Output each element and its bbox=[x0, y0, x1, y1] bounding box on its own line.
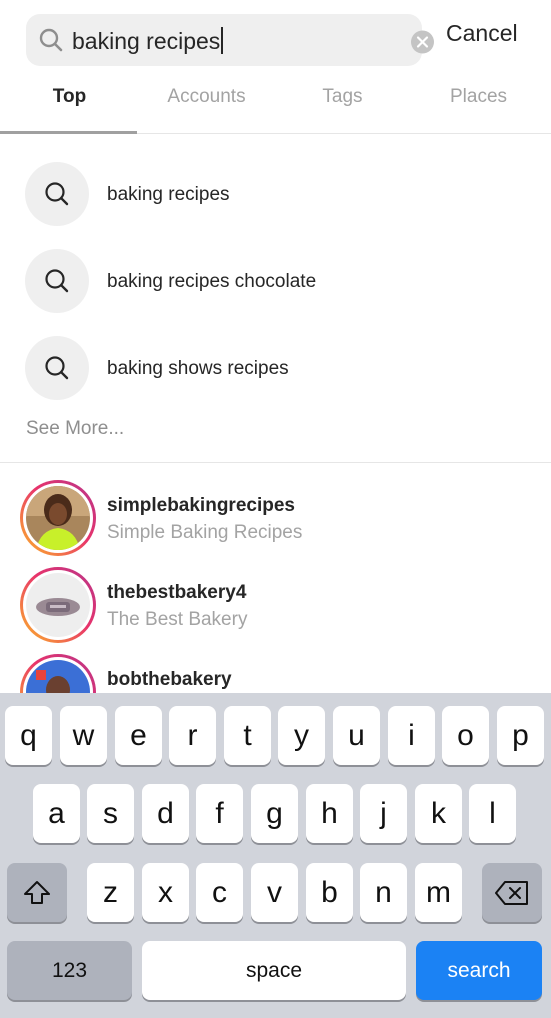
key-s[interactable]: s bbox=[87, 784, 134, 843]
key-z[interactable]: z bbox=[87, 863, 134, 922]
account-result[interactable]: thebestbakery4 The Best Bakery bbox=[0, 567, 551, 647]
key-v[interactable]: v bbox=[251, 863, 298, 922]
key-r[interactable]: r bbox=[169, 706, 216, 765]
account-username: bobthebakery bbox=[107, 669, 232, 690]
see-more-link[interactable]: See More... bbox=[26, 418, 124, 440]
key-n[interactable]: n bbox=[360, 863, 407, 922]
story-ring bbox=[20, 567, 96, 643]
text-caret bbox=[221, 27, 224, 54]
tab-accounts[interactable]: Accounts bbox=[138, 86, 275, 108]
key-q[interactable]: q bbox=[5, 706, 52, 765]
clear-search-icon[interactable] bbox=[411, 30, 434, 54]
key-w[interactable]: w bbox=[60, 706, 107, 765]
suggestion-text: baking shows recipes bbox=[107, 358, 289, 379]
key-h[interactable]: h bbox=[306, 784, 353, 843]
backspace-icon bbox=[495, 880, 528, 905]
search-tabs: Top Accounts Tags Places bbox=[0, 68, 551, 134]
key-u[interactable]: u bbox=[333, 706, 380, 765]
account-full-name: The Best Bakery bbox=[107, 609, 248, 630]
search-icon bbox=[38, 27, 64, 58]
active-tab-indicator bbox=[0, 131, 137, 134]
divider bbox=[0, 462, 551, 463]
tab-places[interactable]: Places bbox=[410, 86, 547, 108]
suggestion-text: baking recipes bbox=[107, 184, 230, 205]
shift-key[interactable] bbox=[7, 863, 67, 922]
account-username: thebestbakery4 bbox=[107, 582, 247, 603]
search-icon bbox=[45, 356, 69, 380]
key-m[interactable]: m bbox=[415, 863, 462, 922]
suggestion-text: baking recipes chocolate bbox=[107, 271, 317, 292]
key-l[interactable]: l bbox=[469, 784, 516, 843]
search-bar[interactable]: baking recipes bbox=[26, 14, 434, 66]
key-i[interactable]: i bbox=[388, 706, 435, 765]
tab-tags[interactable]: Tags bbox=[274, 86, 411, 108]
key-f[interactable]: f bbox=[196, 784, 243, 843]
shift-icon bbox=[24, 880, 50, 904]
key-b[interactable]: b bbox=[306, 863, 353, 922]
key-k[interactable]: k bbox=[415, 784, 462, 843]
key-o[interactable]: o bbox=[442, 706, 489, 765]
space-key[interactable]: space bbox=[142, 941, 406, 1000]
keyboard: q w e r t y u i o p a s d f g h j k l z … bbox=[0, 693, 551, 1018]
suggestion-icon-circle bbox=[25, 249, 89, 313]
key-c[interactable]: c bbox=[196, 863, 243, 922]
account-full-name: Simple Baking Recipes bbox=[107, 522, 303, 543]
search-query-text: baking recipes bbox=[72, 28, 221, 54]
key-j[interactable]: j bbox=[360, 784, 407, 843]
account-result[interactable]: simplebakingrecipes Simple Baking Recipe… bbox=[0, 480, 551, 560]
story-ring bbox=[20, 480, 96, 556]
key-g[interactable]: g bbox=[251, 784, 298, 843]
key-e[interactable]: e bbox=[115, 706, 162, 765]
numbers-key[interactable]: 123 bbox=[7, 941, 132, 1000]
account-username: simplebakingrecipes bbox=[107, 495, 295, 516]
cancel-button[interactable]: Cancel bbox=[446, 20, 518, 47]
search-input[interactable]: baking recipes bbox=[72, 27, 224, 54]
search-key[interactable]: search bbox=[416, 941, 542, 1000]
search-icon bbox=[45, 182, 69, 206]
suggestion-item[interactable]: baking recipes bbox=[0, 156, 551, 232]
key-d[interactable]: d bbox=[142, 784, 189, 843]
search-icon bbox=[45, 269, 69, 293]
key-x[interactable]: x bbox=[142, 863, 189, 922]
backspace-key[interactable] bbox=[482, 863, 542, 922]
tab-top[interactable]: Top bbox=[1, 86, 138, 108]
key-y[interactable]: y bbox=[278, 706, 325, 765]
key-a[interactable]: a bbox=[33, 784, 80, 843]
suggestion-icon-circle bbox=[25, 336, 89, 400]
avatar bbox=[26, 486, 90, 550]
key-p[interactable]: p bbox=[497, 706, 544, 765]
suggestion-item[interactable]: baking recipes chocolate bbox=[0, 243, 551, 319]
avatar bbox=[26, 573, 90, 637]
key-t[interactable]: t bbox=[224, 706, 271, 765]
suggestion-item[interactable]: baking shows recipes bbox=[0, 330, 551, 406]
suggestion-icon-circle bbox=[25, 162, 89, 226]
